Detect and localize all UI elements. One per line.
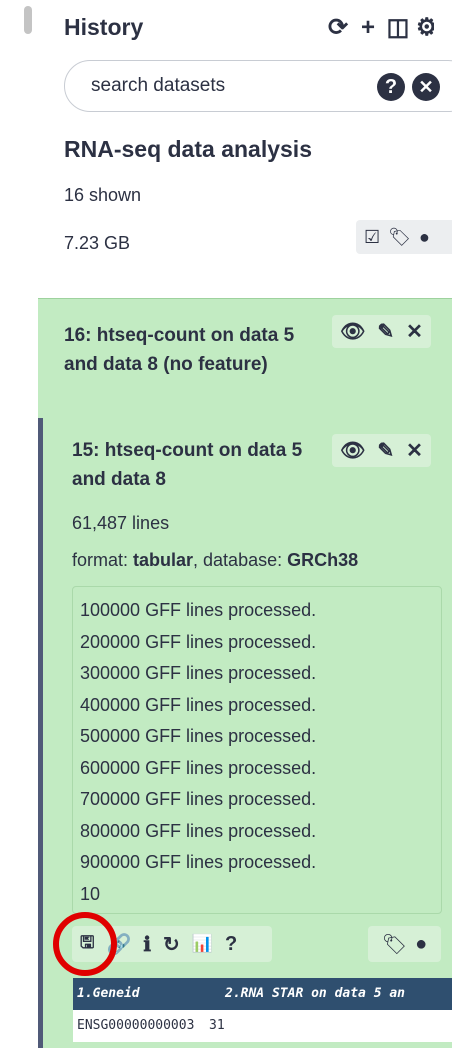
dataset-title[interactable]: 16: htseq-count on data 5 and data 8 (no… [64,321,314,379]
format-database: format: tabular, database: GRCh38 [72,550,358,571]
info-line: 700000 GFF lines processed. [80,789,317,809]
table-cell: 31 [209,1018,225,1033]
dataset-tag-actions: 🏷 ● [368,926,441,962]
scrollbar-thumb[interactable] [24,6,32,34]
history-panel-title: History [64,14,144,40]
history-size: 7.23 GB [64,233,131,253]
peek-table-header: 1.Geneid 2.RNA STAR on data 5 an [73,978,452,1010]
dataset-info-box: 100000 GFF lines processed. 200000 GFF l… [72,586,442,914]
plus-icon[interactable]: + [356,14,380,42]
dataset-16[interactable]: 16: htseq-count on data 5 and data 8 (no… [38,298,452,419]
info-line: 800000 GFF lines processed. [80,820,317,841]
info-line: 300000 GFF lines processed. [80,663,317,683]
info-line: 500000 GFF lines processed. [80,726,317,746]
help-icon[interactable]: ? [377,73,405,101]
history-header-options: ⟳ + ◫ ⚙ [326,14,434,42]
info-line: 600000 GFF lines processed. [80,757,317,778]
tags-icon[interactable]: 🏷 [382,932,407,957]
delete-icon[interactable]: ✕ [406,438,423,463]
visualize-icon[interactable]: 📊 [192,934,213,954]
database-value: GRCh38 [287,550,359,570]
annotation-icon[interactable]: ● [415,933,427,956]
clear-search-icon[interactable]: ✕ [412,73,440,101]
shown-count[interactable]: 16 shown [64,185,141,206]
info-line: 100000 GFF lines processed. [80,600,317,620]
gear-icon[interactable]: ⚙ [416,14,434,42]
dataset-15[interactable]: 15: htseq-count on data 5 and data 8 👁 ✎… [38,418,452,1048]
history-name[interactable]: RNA-seq data analysis [64,136,312,163]
delete-icon[interactable]: ✕ [406,319,423,344]
search-placeholder: search datasets [91,75,226,96]
line-count: 61,487 lines [72,513,170,533]
table-cell: ENSG00000000003 [77,1018,195,1033]
search-datasets-input[interactable]: search datasets ? ✕ [64,60,452,112]
columns-icon[interactable]: ◫ [386,14,410,42]
history-actions: ☑ 🏷 ● [356,220,452,254]
rerun-icon[interactable]: ↻ [163,932,180,957]
format-value: tabular [133,550,194,570]
format-label: format: [72,550,134,570]
info-line: 10 [80,883,101,904]
tags-icon[interactable]: 🏷 [388,227,411,248]
info-icon[interactable]: ℹ [143,932,151,957]
select-items-icon[interactable]: ☑ [364,227,380,248]
refresh-icon[interactable]: ⟳ [326,14,350,42]
column-header: 1.Geneid [77,986,140,1001]
dataset-title[interactable]: 15: htseq-count on data 5 and data 8 [72,436,317,494]
info-line: 900000 GFF lines processed. [80,852,317,872]
eye-icon[interactable]: 👁 [340,438,365,463]
eye-icon[interactable]: 👁 [340,319,365,344]
info-line: 200000 GFF lines processed. [80,631,317,652]
database-label: , database: [193,550,288,570]
outer-scrollbar[interactable] [0,0,38,1048]
history-panel: History ⟳ + ◫ ⚙ search datasets ? ✕ RNA-… [38,0,452,1048]
pencil-icon[interactable]: ✎ [377,319,394,344]
info-line: 400000 GFF lines processed. [80,694,317,715]
help-icon[interactable]: ? [225,933,237,956]
pencil-icon[interactable]: ✎ [377,438,394,463]
annotation-icon[interactable]: ● [419,227,430,248]
table-row: ENSG00000000003 31 [73,1010,452,1042]
dataset-buttons: 👁 ✎ ✕ [332,434,431,467]
highlight-circle [53,912,117,976]
column-header: 2.RNA STAR on data 5 an [225,986,406,1001]
dataset-buttons: 👁 ✎ ✕ [332,315,431,348]
